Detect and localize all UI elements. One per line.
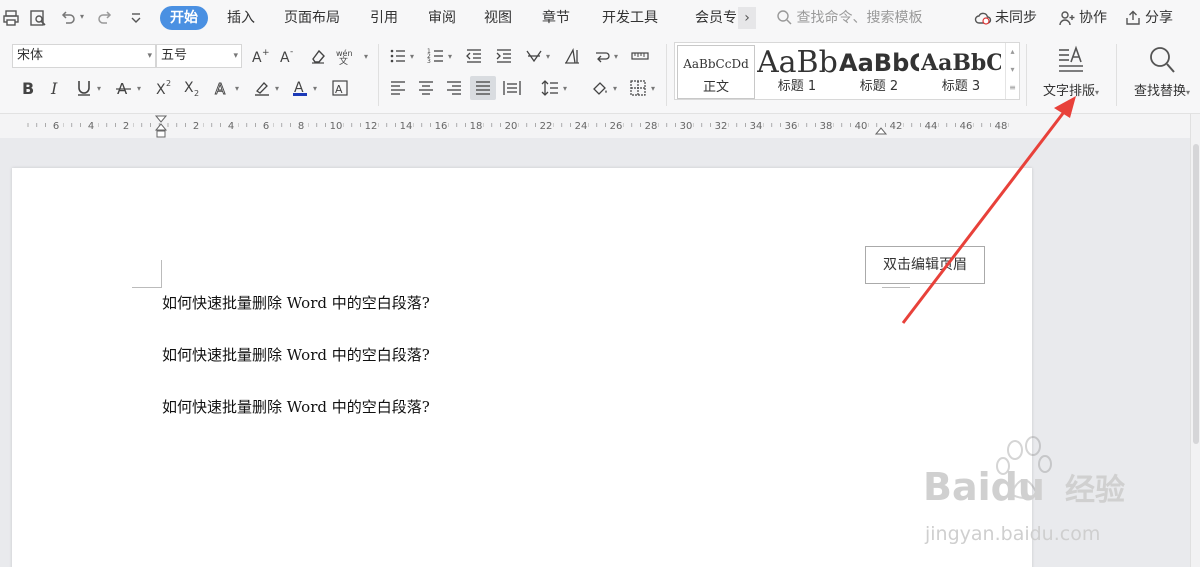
annotation-arrow-line bbox=[901, 111, 1066, 324]
annotation-arrow bbox=[901, 96, 1076, 324]
annotation-arrow-head bbox=[1054, 96, 1076, 118]
